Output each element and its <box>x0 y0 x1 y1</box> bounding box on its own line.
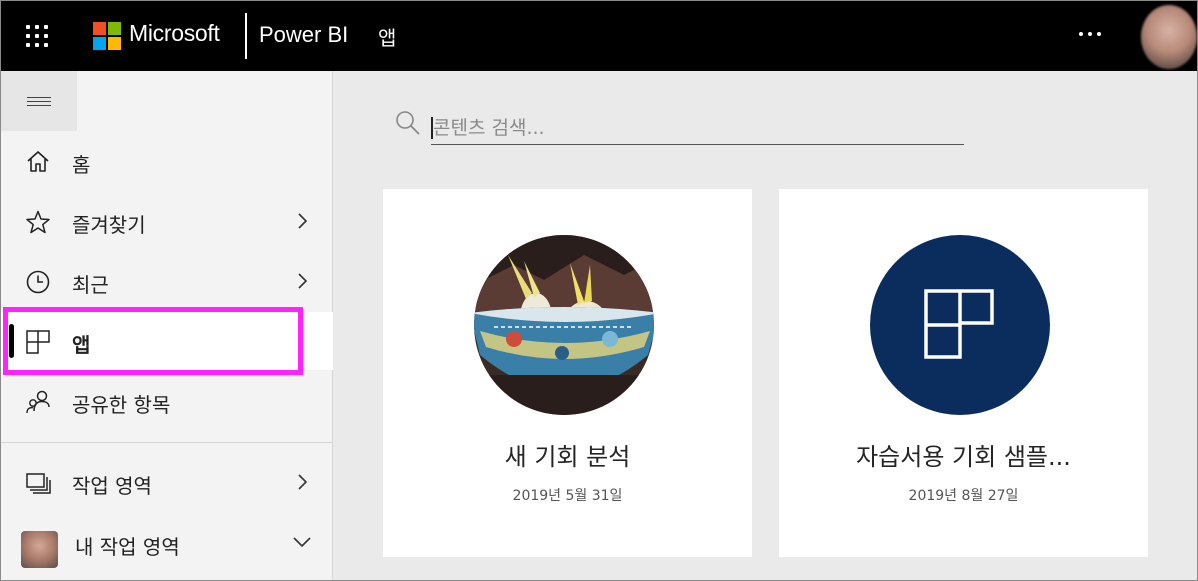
app-thumbnail <box>474 235 654 415</box>
app-date: 2019년 5월 31일 <box>512 488 623 504</box>
chevron-right-icon <box>298 273 308 289</box>
nav-item-recent[interactable]: 최근 <box>1 252 333 310</box>
more-options-button[interactable] <box>1073 19 1107 49</box>
top-bar: Microsoft Power BI 앱 <box>1 1 1197 71</box>
app-card[interactable]: 새 기회 분석 2019년 5월 31일 <box>383 189 752 557</box>
text-caret <box>431 117 433 139</box>
app-date: 2019년 8월 27일 <box>908 488 1019 504</box>
nav-item-home[interactable]: 홈 <box>1 132 333 190</box>
hamburger-icon <box>27 94 51 109</box>
app-thumbnail <box>870 235 1050 415</box>
waffle-icon <box>26 25 48 47</box>
shared-people-icon <box>26 390 50 414</box>
header-divider <box>245 13 247 59</box>
search-input[interactable] <box>431 111 964 145</box>
bird-photo-icon <box>474 235 654 415</box>
powerbi-window: Microsoft Power BI 앱 홈 즐겨찾기 최근 앱 공유한 항목 … <box>0 0 1198 581</box>
nav-item-shared[interactable]: 공유한 항목 <box>1 372 333 430</box>
microsoft-logo-icon <box>93 22 121 50</box>
workspaces-icon <box>26 473 51 494</box>
home-icon <box>27 151 49 172</box>
main-content: 새 기회 분석 2019년 5월 31일 자습서용 기회 샘플... 2019년… <box>334 71 1197 580</box>
nav-item-workspaces[interactable]: 작업 영역 <box>1 453 333 511</box>
chevron-right-icon <box>298 474 308 490</box>
account-avatar[interactable] <box>1141 5 1197 69</box>
search-icon <box>396 111 420 135</box>
nav-item-label: 즐겨찾기 <box>72 213 146 237</box>
star-icon <box>26 210 50 234</box>
nav-item-my-workspace[interactable]: 내 작업 영역 <box>1 513 333 573</box>
clock-icon <box>26 270 50 294</box>
nav-item-label: 홈 <box>72 153 91 177</box>
highlight-box <box>3 307 303 375</box>
nav-item-label: 작업 영역 <box>72 474 152 498</box>
ellipsis-icon <box>1079 32 1083 36</box>
chevron-right-icon <box>298 213 308 229</box>
nav-item-label: 내 작업 영역 <box>75 535 180 559</box>
nav-toggle-button[interactable] <box>1 71 77 131</box>
nav-item-label: 최근 <box>72 273 109 297</box>
nav-item-favorites[interactable]: 즐겨찾기 <box>1 192 333 250</box>
brand-name[interactable]: Microsoft <box>129 20 220 47</box>
app-launcher-button[interactable] <box>1 1 73 71</box>
chevron-down-icon <box>293 537 311 548</box>
nav-divider <box>1 442 333 443</box>
page-title: 앱 <box>378 26 397 50</box>
app-card[interactable]: 자습서용 기회 샘플... 2019년 8월 27일 <box>779 189 1148 557</box>
navigation-pane: 홈 즐겨찾기 최근 앱 공유한 항목 작업 영역 내 작업 영역 <box>1 71 333 580</box>
apps-icon <box>924 289 994 359</box>
app-title: 새 기회 분석 <box>504 443 631 471</box>
product-name[interactable]: Power BI <box>259 22 348 48</box>
avatar <box>21 531 58 568</box>
app-title: 자습서용 기회 샘플... <box>856 443 1071 471</box>
nav-item-label: 공유한 항목 <box>72 393 171 417</box>
